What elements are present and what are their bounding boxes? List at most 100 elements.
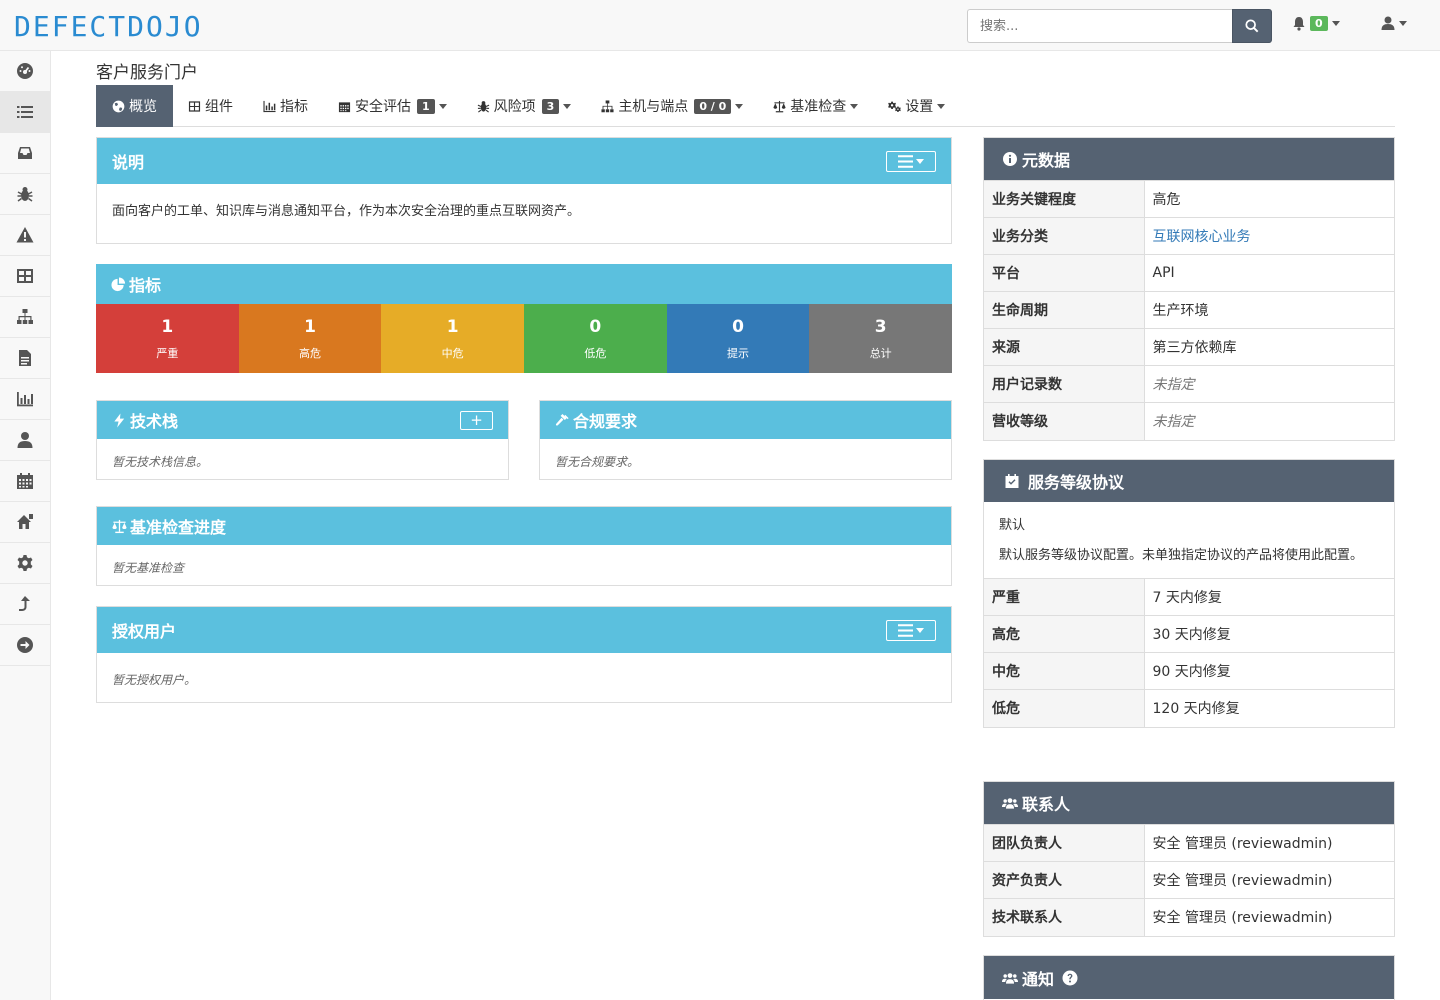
- search-button[interactable]: [1232, 9, 1272, 43]
- table-row: 严重 7 天内修复: [984, 578, 1394, 616]
- row-value-link[interactable]: 互联网核心业务: [1144, 217, 1394, 255]
- row-value: 未指定: [1144, 365, 1394, 403]
- metric-critical[interactable]: 1 严重: [96, 304, 239, 373]
- sidebar-item-metrics[interactable]: [0, 379, 50, 420]
- notifications-dropdown[interactable]: 0: [1292, 16, 1340, 31]
- metric-value: 1: [446, 316, 459, 337]
- panel-title: 指标: [129, 276, 162, 295]
- tab-components[interactable]: 组件: [173, 85, 248, 127]
- tab-overview[interactable]: 概览: [96, 85, 173, 127]
- table-icon: [188, 100, 201, 112]
- row-key: 中危: [984, 652, 1145, 690]
- engagements-count-badge: 1: [417, 98, 435, 114]
- bug-icon: [17, 187, 33, 202]
- table-row: 技术联系人 安全 管理员 (reviewadmin): [984, 898, 1394, 936]
- tab-endpoints[interactable]: 主机与端点 0 / 0: [586, 85, 758, 127]
- table-row: 用户记录数 未指定: [984, 365, 1394, 403]
- sla-name: 默认: [999, 518, 1026, 533]
- sidebar-item-configuration[interactable]: [0, 543, 50, 584]
- sidebar-item-survey[interactable]: [0, 502, 50, 543]
- search-form: [967, 9, 1272, 43]
- endpoints-count-badge: 0 / 0: [694, 98, 732, 114]
- chevron-down-icon: [916, 627, 924, 633]
- calendar-icon: [338, 101, 351, 112]
- metric-value: 0: [732, 316, 744, 337]
- sidebar-item-expand[interactable]: [0, 625, 50, 666]
- row-value: API: [1144, 254, 1394, 292]
- bug-icon: [477, 100, 489, 113]
- chevron-down-icon: [735, 103, 744, 109]
- metric-label: 总计: [869, 346, 892, 360]
- chart-icon: [17, 392, 33, 407]
- metric-value: 1: [161, 316, 174, 337]
- authorized-users-menu-button[interactable]: [886, 619, 936, 641]
- logo[interactable]: DEFECTDOJO: [14, 10, 203, 43]
- metric-label: 高危: [299, 346, 321, 360]
- benchmark-panel-header: 基准检查进度: [97, 507, 951, 545]
- metric-medium[interactable]: 1 中危: [381, 304, 525, 373]
- user-icon: [17, 432, 33, 448]
- sidebar-item-dashboard[interactable]: [0, 51, 50, 92]
- panel-title: 联系人: [1022, 795, 1071, 814]
- sidebar-item-users[interactable]: [0, 420, 50, 461]
- house-icon: [17, 514, 33, 529]
- search-icon: [1245, 19, 1259, 33]
- add-technology-button[interactable]: +: [460, 410, 493, 430]
- row-key: 平台: [984, 254, 1145, 292]
- metric-high[interactable]: 1 高危: [238, 304, 382, 373]
- sla-details: 默认 默认服务等级协议配置。未单独指定协议的产品将使用此配置。: [984, 502, 1394, 578]
- panel-title: 合规要求: [573, 412, 638, 431]
- tab-metrics[interactable]: 指标: [248, 85, 323, 127]
- sidebar-item-risk[interactable]: [0, 215, 50, 256]
- metric-info[interactable]: 0 提示: [666, 304, 810, 373]
- file-icon: [19, 350, 31, 366]
- tab-settings[interactable]: 设置: [873, 85, 960, 127]
- tab-label: 设置: [905, 99, 934, 115]
- tab-findings[interactable]: 风险项 3: [462, 85, 587, 127]
- row-key: 来源: [984, 328, 1145, 366]
- tab-label: 组件: [205, 99, 233, 115]
- tech-stack-panel-header: 技术栈 +: [97, 401, 508, 439]
- chevron-down-icon: [1399, 21, 1407, 26]
- chevron-down-icon: [850, 103, 859, 109]
- row-value: 安全 管理员 (reviewadmin): [1144, 861, 1394, 899]
- sidebar-item-calendar[interactable]: [0, 461, 50, 502]
- tab-label: 安全评估: [355, 99, 411, 115]
- row-value: 生产环境: [1144, 291, 1394, 329]
- authorized-users-empty-text: 暂无授权用户。: [112, 673, 197, 687]
- description-menu-button[interactable]: [886, 150, 936, 172]
- sidebar-item-endpoints[interactable]: [0, 297, 50, 338]
- metric-value: 0: [589, 316, 602, 337]
- chevron-down-icon: [1331, 21, 1340, 26]
- tab-label: 主机与端点: [618, 99, 689, 115]
- chevron-down-icon: [916, 158, 924, 164]
- chevron-down-icon: [563, 103, 572, 109]
- sidebar-item-engagements[interactable]: [0, 133, 50, 174]
- tab-label: 基准检查: [790, 99, 847, 115]
- tech-stack-empty-text: 暂无技术栈信息。: [112, 455, 209, 469]
- row-value: 120 天内修复: [1144, 689, 1394, 727]
- tab-benchmarks[interactable]: 基准检查: [758, 85, 873, 127]
- benchmark-progress-panel: 基准检查进度 暂无基准检查: [96, 506, 952, 586]
- sidebar-item-deduplication[interactable]: [0, 584, 50, 625]
- search-input[interactable]: [967, 9, 1232, 43]
- sidebar-item-products[interactable]: [0, 92, 50, 133]
- metric-low[interactable]: 0 低危: [524, 304, 667, 373]
- panel-title: 授权用户: [112, 622, 177, 641]
- panel-title: 说明: [112, 153, 145, 172]
- row-value: 90 天内修复: [1144, 652, 1394, 690]
- sidebar-item-findings[interactable]: [0, 174, 50, 215]
- question-circle-icon[interactable]: [1062, 970, 1078, 986]
- sidebar-item-components[interactable]: [0, 256, 50, 297]
- gears-icon: [888, 101, 902, 112]
- bar-chart-icon: [263, 100, 276, 112]
- sidebar-item-reports[interactable]: [0, 338, 50, 379]
- row-key: 高危: [984, 615, 1145, 653]
- chevron-down-icon: [937, 103, 946, 109]
- tab-engagements[interactable]: 安全评估 1: [323, 85, 462, 127]
- calendar-check-icon: [1005, 474, 1019, 488]
- user-menu-dropdown[interactable]: [1381, 16, 1407, 31]
- info-circle-icon: [1003, 152, 1017, 166]
- metric-total[interactable]: 3 总计: [809, 304, 953, 373]
- table-row: 低危 120 天内修复: [984, 689, 1394, 727]
